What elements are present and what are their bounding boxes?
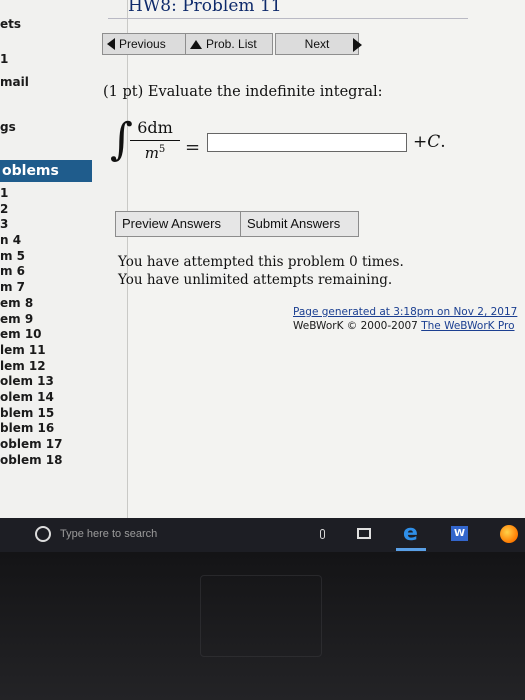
sidebar-item-grades[interactable]: gs — [0, 120, 16, 134]
plus-constant: +C. — [413, 132, 446, 152]
arrow-up-icon — [190, 39, 202, 49]
problem-link[interactable]: olem 14 — [0, 390, 62, 406]
sidebar-item-sets[interactable]: ets — [0, 17, 21, 31]
problem-link[interactable]: lem 11 — [0, 343, 62, 359]
laptop-touchpad — [200, 575, 322, 657]
denominator-base: m — [144, 144, 159, 162]
word-app-icon[interactable]: W — [451, 526, 468, 541]
page-generated-text: Page generated at 3:18pm on Nov 2, 2017 — [293, 306, 518, 318]
problem-link[interactable]: m 7 — [0, 280, 62, 296]
denominator-exponent: 5 — [158, 144, 166, 155]
problem-link[interactable]: lem 12 — [0, 359, 62, 375]
previous-button[interactable]: Previous — [102, 33, 190, 55]
problem-link[interactable]: m 5 — [0, 249, 62, 265]
task-view-icon[interactable] — [357, 528, 371, 539]
problem-link[interactable]: em 10 — [0, 327, 62, 343]
problem-statement: (1 pt) Evaluate the indefinite integral: — [103, 84, 383, 100]
microphone-icon[interactable] — [320, 529, 325, 539]
browser-screen: ets 1 mail gs oblems 1 2 3 n 4 m 5 m 6 m… — [0, 0, 525, 518]
sidebar-item-1[interactable]: 1 — [0, 52, 8, 66]
problem-link[interactable]: em 9 — [0, 312, 62, 328]
problem-link[interactable]: blem 16 — [0, 421, 62, 437]
active-app-indicator — [396, 548, 426, 551]
problem-link[interactable]: n 4 — [0, 233, 62, 249]
footer-copyright-row: WeBWorK © 2000-2007 The WeBWorK Pro — [293, 319, 517, 333]
problem-link[interactable]: em 8 — [0, 296, 62, 312]
problem-link[interactable]: blem 15 — [0, 406, 62, 422]
page-footer: Page generated at 3:18pm on Nov 2, 2017 … — [293, 305, 517, 333]
attempts-info: You have attempted this problem 0 times.… — [118, 253, 404, 289]
previous-label: Previous — [119, 37, 166, 51]
fraction-bar — [130, 140, 180, 141]
taskbar-search-box[interactable]: Type here to search — [60, 528, 157, 540]
cortana-icon[interactable] — [35, 526, 51, 542]
firefox-icon[interactable] — [500, 525, 518, 543]
integrand-fraction: 6dm m5 — [130, 118, 180, 162]
next-label: Next — [304, 37, 330, 51]
windows-taskbar: Type here to search e W — [0, 518, 525, 552]
integrand-numerator: 6dm — [137, 118, 173, 137]
problem-link[interactable]: 3 — [0, 217, 62, 233]
arrow-left-icon — [107, 38, 115, 50]
answer-input[interactable] — [207, 133, 407, 152]
preview-answers-button[interactable]: Preview Answers — [115, 211, 241, 237]
next-button[interactable]: Next — [275, 33, 359, 55]
plus-c-prefix: + — [413, 132, 428, 152]
page-title: HW8: Problem 11 — [128, 0, 282, 16]
title-divider — [108, 18, 468, 19]
equals-sign: = — [185, 137, 201, 158]
sidebar-item-mail[interactable]: mail — [0, 75, 29, 89]
problem-link[interactable]: olem 13 — [0, 374, 62, 390]
problem-list-button[interactable]: Prob. List — [185, 33, 273, 55]
problem-link[interactable]: 1 — [0, 186, 62, 202]
problem-link[interactable]: oblem 17 — [0, 437, 62, 453]
attempts-line-2: You have unlimited attempts remaining. — [118, 272, 393, 288]
sidebar-problems-header: oblems — [0, 160, 92, 182]
plus-c-variable: C — [427, 132, 441, 152]
problem-link[interactable]: oblem 18 — [0, 453, 62, 469]
integrand-denominator: m5 — [130, 144, 180, 162]
main-content: HW8: Problem 11 Previous Prob. List Next… — [102, 0, 525, 518]
copyright-text: WeBWorK © 2000-2007 — [293, 320, 418, 332]
submit-answers-button[interactable]: Submit Answers — [240, 211, 359, 237]
problem-list-label: Prob. List — [206, 37, 257, 51]
webwork-project-link[interactable]: The WeBWorK Pro — [421, 320, 514, 332]
attempts-line-1: You have attempted this problem 0 times. — [118, 254, 404, 270]
sidebar: ets 1 mail gs oblems 1 2 3 n 4 m 5 m 6 m… — [0, 0, 128, 518]
problem-link[interactable]: m 6 — [0, 264, 62, 280]
plus-c-suffix: . — [440, 132, 446, 152]
problem-list: 1 2 3 n 4 m 5 m 6 m 7 em 8 em 9 em 10 le… — [0, 186, 62, 468]
arrow-right-icon — [353, 38, 362, 52]
problem-link[interactable]: 2 — [0, 202, 62, 218]
edge-browser-icon[interactable]: e — [403, 522, 418, 546]
